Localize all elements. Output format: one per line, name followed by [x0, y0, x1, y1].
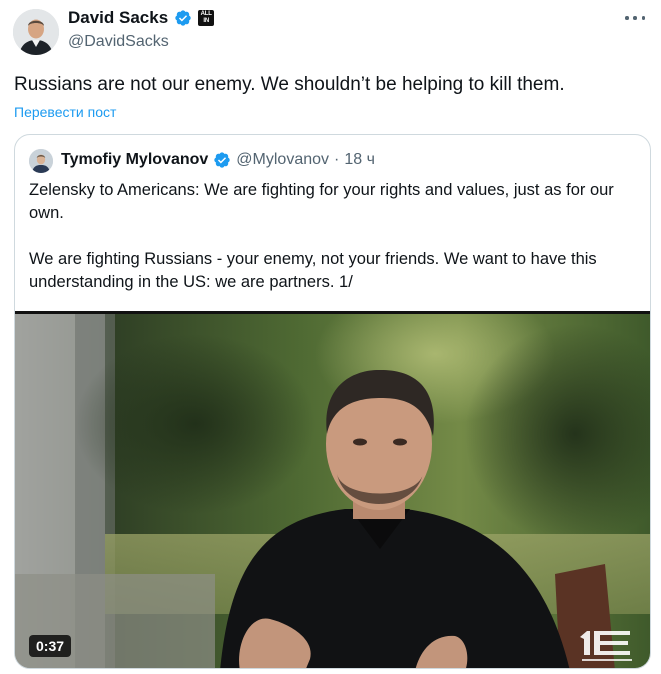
- author-name-row: David Sacks ALL IN: [68, 8, 215, 28]
- more-dot: [625, 16, 629, 20]
- verified-badge-icon: [214, 152, 230, 168]
- verified-badge-icon: [175, 10, 191, 26]
- tweet-text: Russians are not our enemy. We shouldn’t…: [14, 74, 565, 95]
- quoted-paragraph: We are fighting Russians - your enemy, n…: [29, 250, 597, 291]
- quoted-author-name[interactable]: Tymofiy Mylovanov: [61, 151, 208, 169]
- quoted-tweet-card[interactable]: Tymofiy Mylovanov @Mylovanov · 18 ч Zele…: [14, 134, 651, 669]
- quoted-author-avatar[interactable]: [29, 149, 53, 173]
- affiliate-badge[interactable]: ALL IN: [198, 10, 215, 26]
- tweet: David Sacks ALL IN @DavidSacks Russians …: [0, 0, 661, 674]
- affiliate-badge-line-1: ALL: [200, 11, 212, 17]
- video-duration: 0:37: [29, 635, 72, 657]
- more-options-icon[interactable]: [625, 12, 645, 24]
- author-handle[interactable]: @DavidSacks: [68, 33, 169, 51]
- quoted-header: Tymofiy Mylovanov @Mylovanov · 18 ч: [61, 151, 375, 169]
- video-frame: [15, 314, 650, 668]
- separator-dot: ·: [334, 151, 340, 168]
- quoted-text: Zelensky to Americans: We are fighting f…: [29, 179, 639, 294]
- author-name[interactable]: David Sacks: [68, 8, 168, 28]
- more-dot: [633, 16, 637, 20]
- video-watermark-logo: [580, 631, 632, 661]
- quoted-author-handle[interactable]: @Mylovanov: [236, 151, 329, 169]
- affiliate-badge-line-2: IN: [203, 18, 209, 24]
- quoted-paragraph: Zelensky to Americans: We are fighting f…: [29, 181, 614, 222]
- author-avatar[interactable]: [13, 9, 59, 55]
- quoted-timestamp[interactable]: 18 ч: [344, 151, 375, 169]
- video-player[interactable]: 0:37: [15, 311, 650, 668]
- more-dot: [641, 16, 645, 20]
- translate-post-link[interactable]: Перевести пост: [14, 104, 116, 120]
